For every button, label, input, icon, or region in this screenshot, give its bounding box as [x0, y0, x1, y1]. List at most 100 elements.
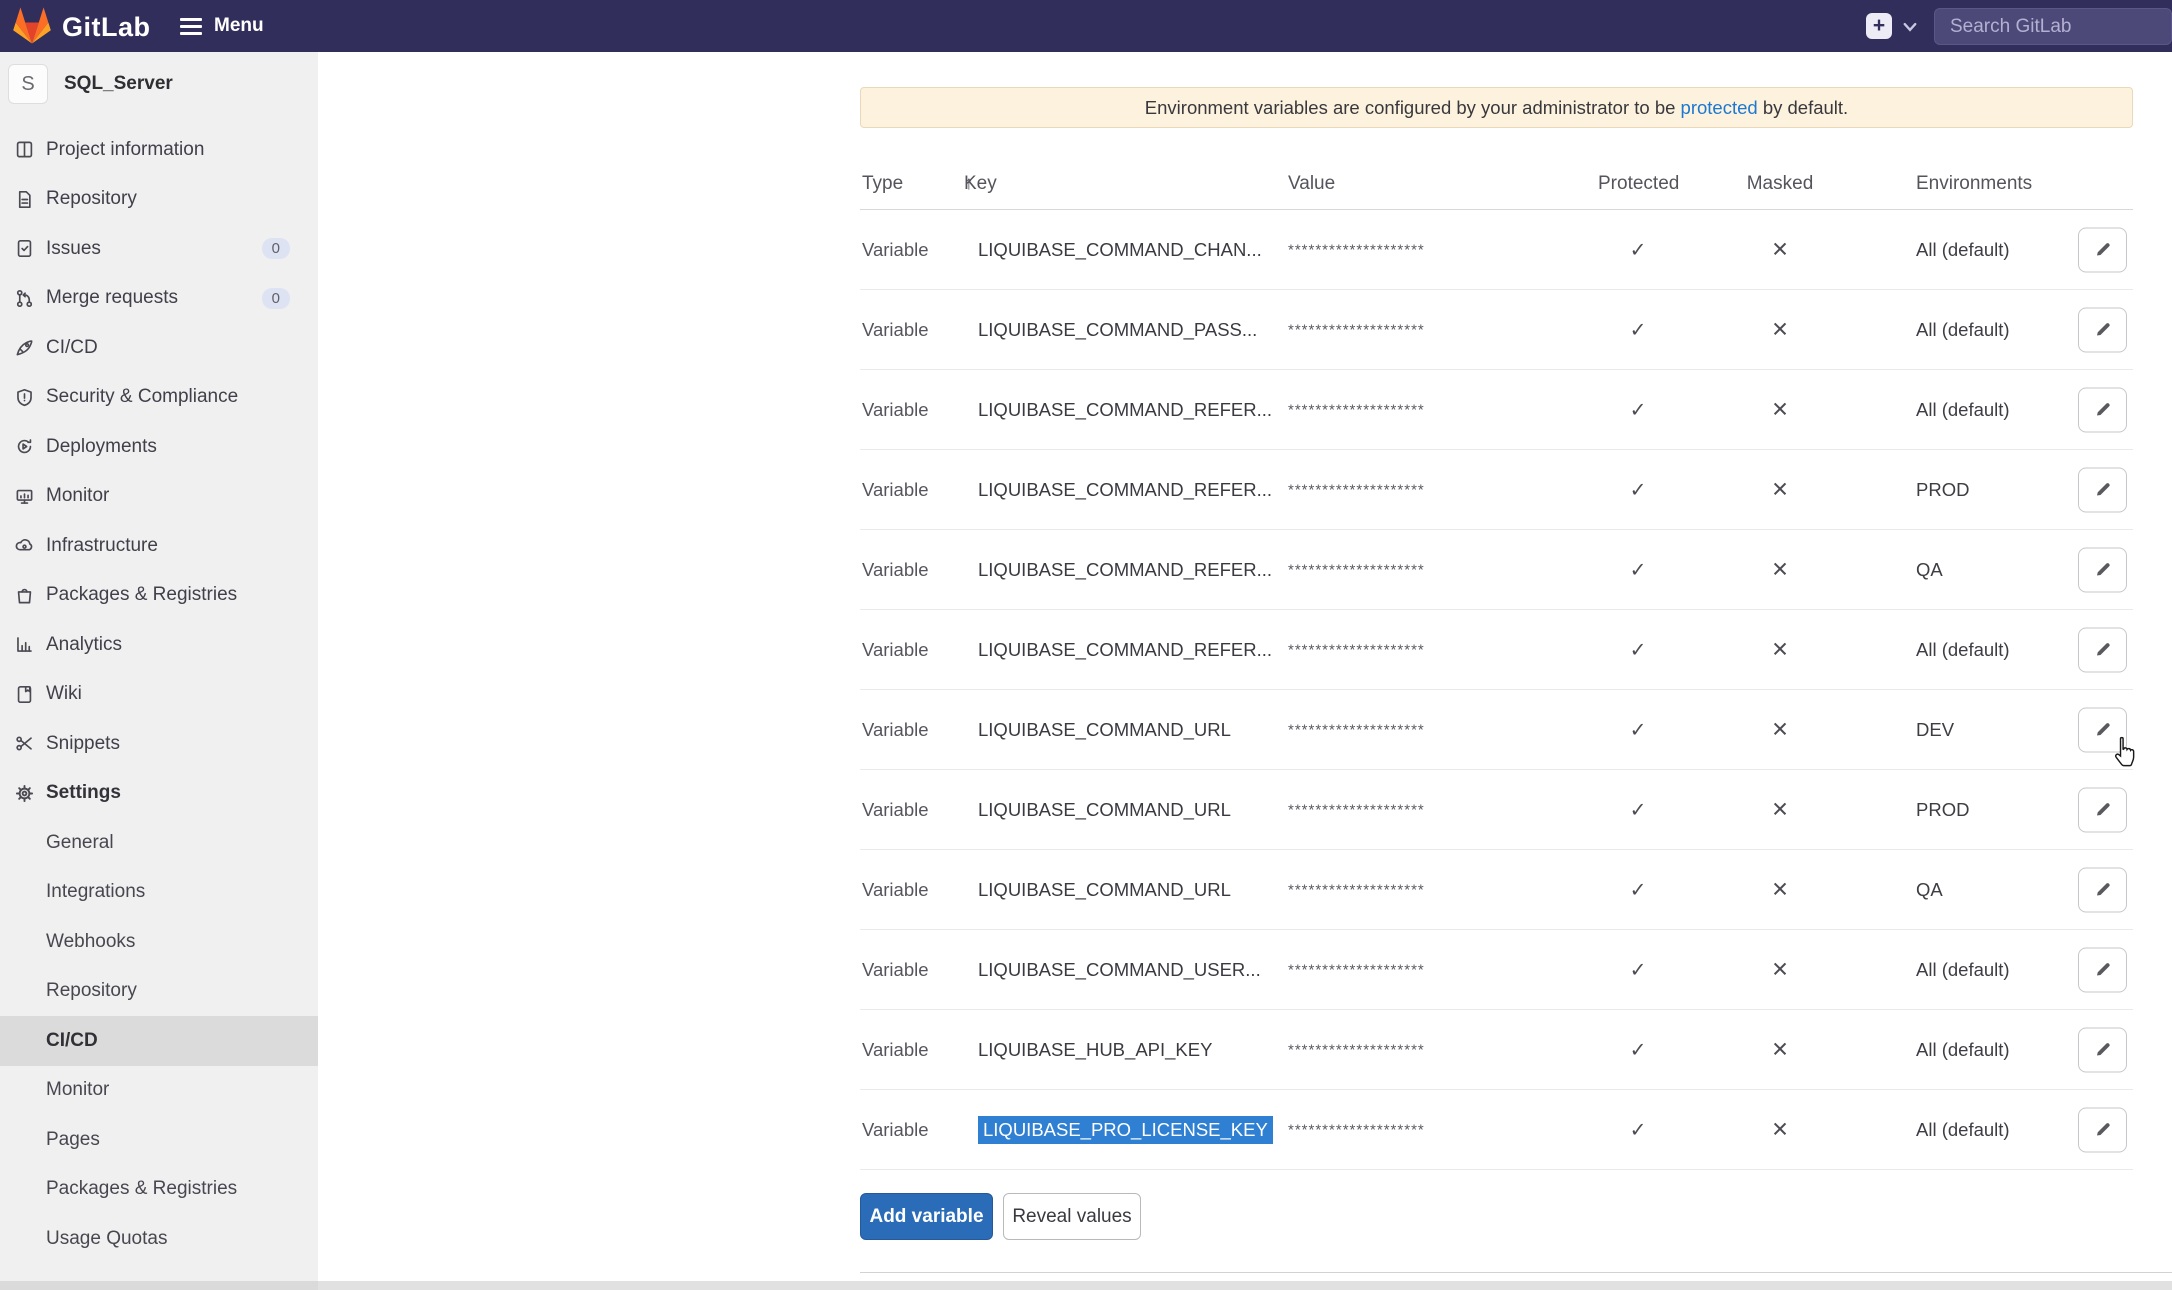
variable-type: Variable — [862, 879, 929, 901]
protected-check-icon: ✓ — [1598, 717, 1678, 742]
add-variable-button[interactable]: Add variable — [860, 1193, 993, 1240]
protected-check-icon: ✓ — [1598, 957, 1678, 982]
sidebar-subitem-monitor[interactable]: Monitor — [0, 1066, 318, 1116]
variable-environments: DEV — [1916, 719, 1954, 741]
banner-text: Environment variables are configured by … — [1145, 97, 1681, 118]
sidebar-item-label: Project information — [46, 139, 204, 161]
column-header-masked: Masked — [1740, 173, 1820, 195]
variable-type: Variable — [862, 479, 929, 501]
new-item-plus-button[interactable]: + — [1866, 13, 1892, 39]
masked-cross-icon: ✕ — [1740, 397, 1820, 422]
edit-variable-button[interactable] — [2078, 547, 2127, 592]
edit-variable-button[interactable] — [2078, 707, 2127, 752]
variable-environments: QA — [1916, 879, 1943, 901]
variable-type: Variable — [862, 1119, 929, 1141]
edit-variable-button[interactable] — [2078, 787, 2127, 832]
sidebar-subitem-usage-quotas[interactable]: Usage Quotas — [0, 1214, 318, 1264]
variable-masked-value: ******************** — [1288, 961, 1425, 978]
variable-environments: All (default) — [1916, 319, 2010, 341]
gitlab-logo-icon — [12, 6, 52, 49]
column-header-protected: Protected — [1598, 173, 1678, 195]
table-row: Variable LIQUIBASE_COMMAND_REFER... ****… — [860, 450, 2133, 530]
table-row: Variable LIQUIBASE_COMMAND_URL *********… — [860, 770, 2133, 850]
sidebar-subitem-integrations[interactable]: Integrations — [0, 868, 318, 918]
variable-key: LIQUIBASE_COMMAND_REFER... — [978, 399, 1272, 421]
gitlab-home-link[interactable]: GitLab — [12, 6, 151, 49]
merge-request-icon — [14, 288, 34, 308]
table-row: Variable LIQUIBASE_COMMAND_URL *********… — [860, 690, 2133, 770]
sidebar-item-snippets[interactable]: Snippets — [0, 719, 318, 769]
sidebar-item-label: Wiki — [46, 683, 82, 705]
variable-key: LIQUIBASE_COMMAND_URL — [978, 799, 1231, 821]
variable-key: LIQUIBASE_COMMAND_CHAN... — [978, 239, 1262, 261]
sidebar-item-security-compliance[interactable]: Security & Compliance — [0, 373, 318, 423]
variable-masked-value: ******************** — [1288, 481, 1425, 498]
sidebar-item-repository[interactable]: Repository — [0, 175, 318, 225]
edit-variable-button[interactable] — [2078, 227, 2127, 272]
variable-key: LIQUIBASE_HUB_API_KEY — [978, 1039, 1212, 1061]
menu-button[interactable]: Menu — [180, 0, 264, 52]
chevron-down-icon[interactable] — [1903, 20, 1917, 38]
sidebar-item-analytics[interactable]: Analytics — [0, 620, 318, 670]
sidebar-subitem-packages-registries[interactable]: Packages & Registries — [0, 1165, 318, 1215]
edit-variable-button[interactable] — [2078, 627, 2127, 672]
scissors-icon — [14, 734, 34, 754]
sidebar-subitem-repository[interactable]: Repository — [0, 967, 318, 1017]
search-input[interactable] — [1934, 8, 2172, 45]
sidebar-subitem-label: Integrations — [46, 881, 145, 903]
edit-variable-button[interactable] — [2078, 307, 2127, 352]
variable-masked-value: ******************** — [1288, 561, 1425, 578]
sidebar-item-infrastructure[interactable]: Infrastructure — [0, 521, 318, 571]
table-row: Variable LIQUIBASE_COMMAND_REFER... ****… — [860, 610, 2133, 690]
variable-environments: All (default) — [1916, 239, 2010, 261]
sidebar-item-cicd[interactable]: CI/CD — [0, 323, 318, 373]
masked-cross-icon: ✕ — [1740, 717, 1820, 742]
table-row: Variable LIQUIBASE_COMMAND_REFER... ****… — [860, 530, 2133, 610]
sidebar-item-packages-registries[interactable]: Packages & Registries — [0, 571, 318, 621]
variable-type: Variable — [862, 319, 929, 341]
protected-check-icon: ✓ — [1598, 1037, 1678, 1062]
variable-key: LIQUIBASE_COMMAND_REFER... — [978, 639, 1272, 661]
table-row: Variable LIQUIBASE_COMMAND_CHAN... *****… — [860, 210, 2133, 290]
masked-cross-icon: ✕ — [1740, 317, 1820, 342]
sidebar-item-label: Merge requests — [46, 287, 178, 309]
edit-variable-button[interactable] — [2078, 387, 2127, 432]
sidebar-project-header[interactable]: S SQL_Server — [8, 64, 173, 104]
edit-variable-button[interactable] — [2078, 1027, 2127, 1072]
sidebar-item-merge-requests[interactable]: Merge requests 0 — [0, 274, 318, 324]
sidebar-subitem-pages[interactable]: Pages — [0, 1115, 318, 1165]
sidebar-item-label: Deployments — [46, 436, 157, 458]
reveal-values-button[interactable]: Reveal values — [1003, 1193, 1141, 1240]
cloud-icon — [14, 536, 34, 556]
edit-variable-button[interactable] — [2078, 1107, 2127, 1152]
sidebar-subitem-cicd[interactable]: CI/CD — [0, 1016, 318, 1066]
sidebar-item-monitor[interactable]: Monitor — [0, 472, 318, 522]
variable-environments: All (default) — [1916, 1039, 2010, 1061]
variable-type: Variable — [862, 959, 929, 981]
sidebar-subitem-label: Monitor — [46, 1079, 109, 1101]
variable-environments: PROD — [1916, 479, 1969, 501]
sidebar-item-deployments[interactable]: Deployments — [0, 422, 318, 472]
column-header-environments: Environments — [1916, 173, 2032, 195]
sidebar-subitem-webhooks[interactable]: Webhooks — [0, 917, 318, 967]
sidebar-item-project-information[interactable]: Project information — [0, 125, 318, 175]
variable-masked-value: ******************** — [1288, 401, 1425, 418]
variable-environments: All (default) — [1916, 639, 2010, 661]
edit-variable-button[interactable] — [2078, 947, 2127, 992]
edit-variable-button[interactable] — [2078, 467, 2127, 512]
monitor-icon — [14, 486, 34, 506]
sidebar-item-wiki[interactable]: Wiki — [0, 670, 318, 720]
table-row: Variable LIQUIBASE_PRO_LICENSE_KEY *****… — [860, 1090, 2133, 1170]
masked-cross-icon: ✕ — [1740, 797, 1820, 822]
admin-protected-banner: Environment variables are configured by … — [860, 87, 2133, 128]
sidebar-subitem-general[interactable]: General — [0, 818, 318, 868]
variable-type: Variable — [862, 799, 929, 821]
sidebar-item-issues[interactable]: Issues 0 — [0, 224, 318, 274]
protected-check-icon: ✓ — [1598, 797, 1678, 822]
protected-check-icon: ✓ — [1598, 877, 1678, 902]
protected-link[interactable]: protected — [1681, 97, 1758, 118]
edit-variable-button[interactable] — [2078, 867, 2127, 912]
column-header-value: Value — [1288, 173, 1335, 195]
sidebar-item-settings[interactable]: Settings — [0, 769, 318, 819]
variable-type: Variable — [862, 639, 929, 661]
